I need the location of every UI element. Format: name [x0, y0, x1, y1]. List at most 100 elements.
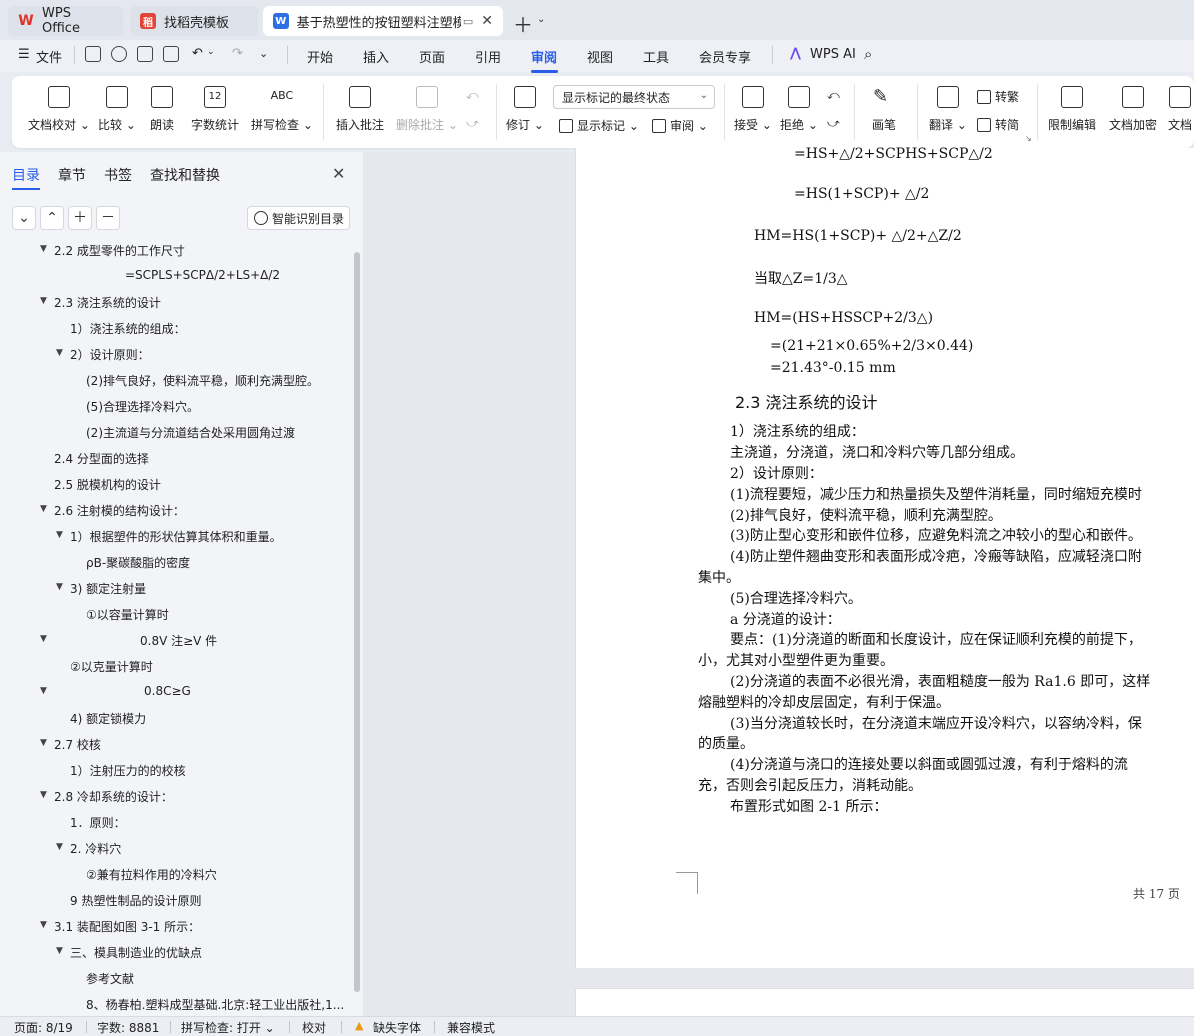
toc-item[interactable]: 2）设计原则：: [70, 346, 150, 363]
toc-item[interactable]: (2)排气良好，使料流平稳，顺利充满型腔。: [86, 372, 319, 389]
toc-expand-caret-icon[interactable]: ▼: [40, 920, 47, 930]
toc-item[interactable]: 2.2 成型零件的工作尺寸: [54, 242, 185, 259]
tab-sections[interactable]: 章节: [58, 165, 86, 185]
toc-item[interactable]: 2. 冷料穴: [70, 840, 121, 857]
spell-check-button[interactable]: ABC 拼写检查 ⌄: [251, 76, 313, 148]
expand-icon[interactable]: ↘: [1025, 134, 1032, 143]
toc-item[interactable]: 8、杨春柏.塑料成型基础.北京:轻工业出版社,1...: [86, 996, 344, 1013]
toc-item[interactable]: 1．原则：: [70, 814, 126, 831]
menu-review[interactable]: 审阅: [531, 47, 557, 66]
insert-comment-button[interactable]: 插入批注: [336, 76, 384, 148]
toc-item[interactable]: ρB-聚碳酸脂的密度: [86, 554, 190, 571]
status-page[interactable]: 页面: 8/19: [14, 1019, 73, 1036]
menu-wps-ai[interactable]: WPS AI: [810, 47, 856, 62]
expand-up-button[interactable]: ⌃: [40, 206, 64, 230]
next-comment-icon[interactable]: ⤻: [466, 116, 479, 131]
toc-item[interactable]: 三、模具制造业的优缺点: [70, 944, 202, 961]
undo-icon[interactable]: ↶: [192, 46, 203, 61]
tab-find-replace[interactable]: 查找和替换: [150, 165, 220, 185]
toc-expand-caret-icon[interactable]: ▼: [40, 738, 47, 748]
menu-start[interactable]: 开始: [307, 47, 333, 66]
new-tab-button[interactable]: ＋: [513, 9, 533, 38]
toc-item[interactable]: ②以克量计算时: [70, 658, 153, 675]
toc-item[interactable]: 2.5 脱模机构的设计: [54, 476, 161, 493]
toc-expand-caret-icon[interactable]: ▼: [56, 530, 63, 540]
smart-toc-button[interactable]: 智能识别目录: [247, 206, 350, 230]
toc-item[interactable]: 4) 额定锁模力: [70, 710, 146, 727]
toc-expand-caret-icon[interactable]: ▼: [56, 582, 63, 592]
tab-daoke-template[interactable]: 稻 找稻壳模板: [130, 6, 258, 36]
menu-view[interactable]: 视图: [587, 47, 613, 66]
print-preview-icon[interactable]: [163, 46, 179, 62]
word-count-button[interactable]: 12 字数统计: [191, 76, 239, 148]
status-missing-font[interactable]: 缺失字体: [373, 1019, 421, 1036]
restrict-edit-button[interactable]: 限制编辑: [1048, 76, 1096, 148]
toc-item[interactable]: 1）注射压力的的校核: [70, 762, 186, 779]
menu-file[interactable]: 文件: [36, 47, 62, 66]
review-pane-button[interactable]: 审阅 ⌄: [652, 117, 708, 134]
toc-item[interactable]: ②兼有拉料作用的冷料穴: [86, 866, 217, 883]
menu-page[interactable]: 页面: [419, 47, 445, 66]
status-word-count[interactable]: 字数: 8881: [97, 1019, 159, 1036]
toc-expand-caret-icon[interactable]: ▼: [40, 244, 47, 254]
print-icon[interactable]: [137, 46, 153, 62]
accept-button[interactable]: 接受 ⌄: [734, 76, 772, 148]
toc-item[interactable]: (5)合理选择冷料穴。: [86, 398, 199, 415]
delete-comment-button[interactable]: 删除批注 ⌄: [396, 76, 458, 148]
add-toc-button[interactable]: ＋: [68, 206, 92, 230]
remove-toc-button[interactable]: －: [96, 206, 120, 230]
menu-tools[interactable]: 工具: [643, 47, 669, 66]
toc-item[interactable]: 1）根据塑件的形状估算其体积和重量。: [70, 528, 282, 545]
wps-ai-icon[interactable]: ⋀: [790, 46, 801, 61]
compare-button[interactable]: 比较 ⌄: [98, 76, 136, 148]
toc-expand-caret-icon[interactable]: ▼: [40, 686, 47, 696]
toc-item[interactable]: 2.3 浇注系统的设计: [54, 294, 161, 311]
toc-item[interactable]: 1）浇注系统的组成：: [70, 320, 186, 337]
menu-reference[interactable]: 引用: [475, 47, 501, 66]
toc-item[interactable]: 2.7 校核: [54, 736, 101, 753]
show-marks-button[interactable]: 显示标记 ⌄: [559, 117, 639, 134]
toc-item[interactable]: 3.1 装配图如图 3-1 所示：: [54, 918, 200, 935]
to-traditional-button[interactable]: 转繁: [977, 88, 1019, 105]
toc-expand-caret-icon[interactable]: ▼: [56, 348, 63, 358]
more-chevron-icon[interactable]: ⌄: [259, 47, 268, 60]
status-proof[interactable]: 校对: [302, 1019, 326, 1036]
redo-icon[interactable]: ↷: [232, 46, 243, 61]
search-icon[interactable]: ⌕: [864, 45, 872, 63]
toc-item[interactable]: (2)主流道与分流道结合处采用圆角过渡: [86, 424, 295, 441]
hamburger-icon[interactable]: ☰: [18, 47, 30, 62]
close-tab-icon[interactable]: ✕: [481, 13, 493, 29]
tab-document[interactable]: W 基于热塑性的按钮塑料注塑模具 ▭ ✕: [263, 6, 503, 36]
toc-item[interactable]: 2.6 注射模的结构设计：: [54, 502, 185, 519]
translate-button[interactable]: 翻译 ⌄: [929, 76, 967, 148]
undo-dropdown-icon[interactable]: ⌄: [207, 47, 215, 57]
chevron-down-icon[interactable]: ⌄: [537, 14, 545, 25]
prev-change-icon[interactable]: ⤺: [827, 88, 840, 103]
share-icon[interactable]: [111, 46, 127, 62]
toc-item[interactable]: ①以容量计算时: [86, 606, 169, 623]
close-panel-icon[interactable]: ✕: [332, 164, 345, 183]
tab-toc[interactable]: 目录: [12, 165, 40, 185]
toc-item[interactable]: 2.8 冷却系统的设计：: [54, 788, 173, 805]
menu-member[interactable]: 会员专享: [699, 47, 751, 66]
collapse-button[interactable]: ⌄: [12, 206, 36, 230]
save-icon[interactable]: [85, 46, 101, 62]
toc-expand-caret-icon[interactable]: ▼: [40, 634, 47, 644]
next-change-icon[interactable]: ⤻: [827, 116, 840, 131]
toc-expand-caret-icon[interactable]: ▼: [56, 842, 63, 852]
toc-item[interactable]: 0.8C≥G: [144, 684, 191, 698]
status-spell-check[interactable]: 拼写检查: 打开 ⌄: [181, 1019, 275, 1036]
tab-bookmarks[interactable]: 书签: [104, 165, 132, 185]
toc-item[interactable]: 2.4 分型面的选择: [54, 450, 149, 467]
tab-wps-office[interactable]: W WPS Office: [8, 6, 123, 36]
toc-expand-caret-icon[interactable]: ▼: [40, 790, 47, 800]
doc-proof-button[interactable]: 文档校对 ⌄: [28, 76, 90, 148]
toc-expand-caret-icon[interactable]: ▼: [40, 296, 47, 306]
doc-more-button[interactable]: 文档: [1168, 76, 1192, 148]
toc-expand-caret-icon[interactable]: ▼: [40, 504, 47, 514]
pen-button[interactable]: ✎ 画笔: [872, 76, 896, 148]
toc-item[interactable]: 0.8V 注≥V 件: [140, 632, 217, 649]
reject-button[interactable]: 拒绝 ⌄: [780, 76, 818, 148]
toc-item[interactable]: =SCPLS+SCPΔ/2+LS+Δ/2: [125, 268, 280, 282]
prev-comment-icon[interactable]: ⤺: [466, 88, 479, 103]
